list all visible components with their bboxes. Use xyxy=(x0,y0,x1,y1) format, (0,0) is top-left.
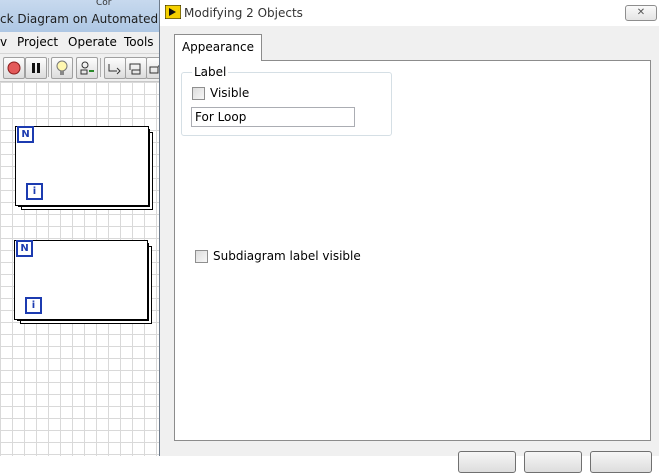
labview-icon xyxy=(164,4,182,20)
count-terminal[interactable]: N xyxy=(16,240,33,257)
cancel-button[interactable] xyxy=(524,451,582,473)
close-button[interactable]: ✕ xyxy=(625,5,657,21)
help-button[interactable] xyxy=(590,451,652,473)
menu-tools[interactable]: Tools xyxy=(124,35,154,49)
menu-operate[interactable]: Operate xyxy=(68,35,117,49)
close-icon: ✕ xyxy=(636,7,646,18)
menu-view[interactable]: v xyxy=(0,35,7,49)
pause-icon[interactable] xyxy=(25,57,47,79)
toolbar xyxy=(0,54,160,82)
label-group-title: Label xyxy=(192,65,229,79)
block-diagram-canvas[interactable]: N i N i xyxy=(0,82,160,456)
background-title-fragment: Cor xyxy=(96,0,112,8)
tab-appearance[interactable]: Appearance xyxy=(174,34,262,61)
menu-bar: v Project Operate Tools xyxy=(0,32,160,54)
visible-checkbox-label[interactable]: Visible xyxy=(210,86,249,100)
block-diagram-title: ck Diagram on Automated Hea xyxy=(0,12,160,26)
toolbar-separator xyxy=(48,58,49,77)
iteration-terminal[interactable]: i xyxy=(26,183,43,200)
highlight-execution-icon[interactable] xyxy=(51,57,73,79)
subdiagram-label-visible-checkbox[interactable] xyxy=(195,250,208,263)
dialog-title: Modifying 2 Objects xyxy=(184,6,303,20)
menu-project[interactable]: Project xyxy=(17,35,58,49)
for-loop-structure[interactable]: N i xyxy=(14,240,154,324)
subdiagram-label-visible-label[interactable]: Subdiagram label visible xyxy=(213,249,361,263)
dialog-titlebar[interactable]: Modifying 2 Objects ✕ xyxy=(160,0,659,26)
for-loop-structure[interactable]: N i xyxy=(15,126,155,210)
step-over-icon[interactable] xyxy=(125,57,147,79)
ok-button[interactable] xyxy=(458,451,516,473)
retain-wire-values-icon[interactable] xyxy=(76,57,98,79)
run-continuously-icon[interactable] xyxy=(3,57,25,79)
iteration-terminal[interactable]: i xyxy=(25,297,42,314)
appearance-tab-panel: Label Visible Subdiagram label visible xyxy=(174,60,651,441)
step-into-icon[interactable] xyxy=(104,57,126,79)
visible-checkbox[interactable] xyxy=(192,87,205,100)
count-terminal[interactable]: N xyxy=(17,126,34,143)
toolbar-separator xyxy=(100,58,101,77)
label-text-field[interactable] xyxy=(191,107,355,127)
block-diagram-window: Cor ck Diagram on Automated Hea v Projec… xyxy=(0,0,160,456)
block-diagram-titlebar[interactable]: Cor ck Diagram on Automated Hea xyxy=(0,0,160,32)
properties-dialog: Modifying 2 Objects ✕ Appearance Label V… xyxy=(159,0,659,473)
dialog-body: Appearance Label Visible Subdiagram labe… xyxy=(160,26,659,473)
label-group: Label Visible xyxy=(181,65,392,136)
step-out-icon[interactable] xyxy=(146,57,160,79)
